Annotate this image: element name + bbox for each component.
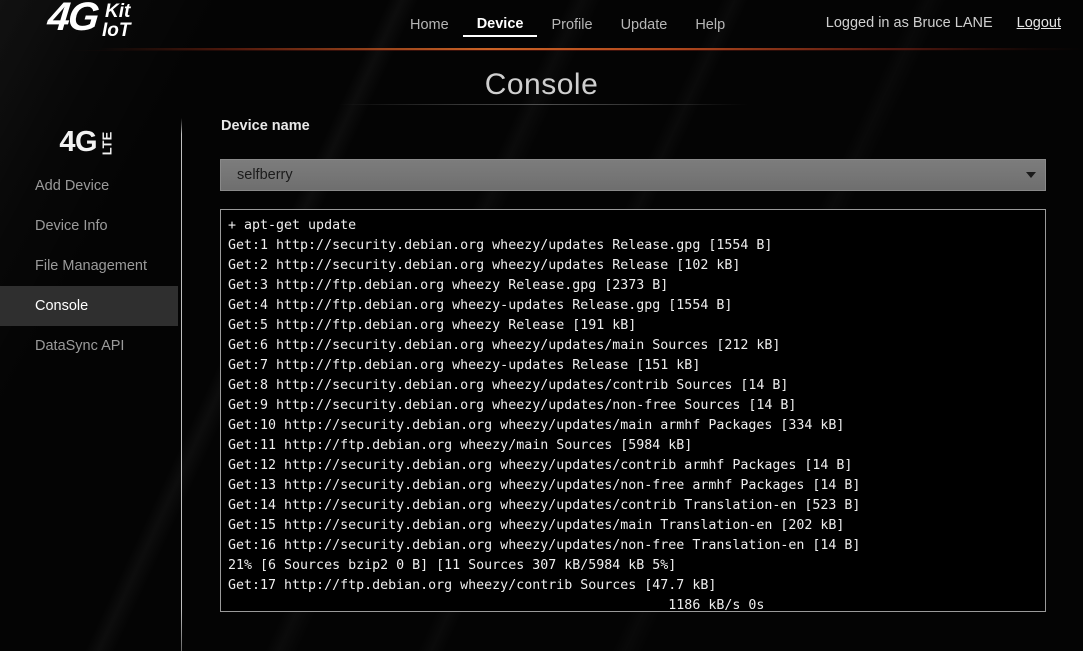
device-select-value: selfberry: [237, 167, 293, 183]
sidebar-item-device-info[interactable]: Device Info: [0, 206, 178, 246]
device-name-label: Device name: [221, 118, 310, 134]
sidebar-item-label: Device Info: [35, 218, 108, 234]
sidebar-item-label: Add Device: [35, 178, 110, 194]
brand-logo-kit: Kit: [105, 1, 131, 22]
sidebar-item-label: DataSync API: [35, 338, 125, 354]
page-title-divider: [338, 104, 748, 105]
sidebar-item-label: File Management: [35, 258, 148, 274]
brand-logo-iot: IoT: [102, 20, 131, 41]
device-select[interactable]: selfberry: [220, 159, 1046, 191]
sidebar-item-datasync-api[interactable]: DataSync API: [0, 326, 178, 366]
sidebar-item-console[interactable]: Console: [0, 286, 178, 326]
nav-item-home[interactable]: Home: [396, 15, 463, 36]
logout-link[interactable]: Logout: [1017, 15, 1061, 31]
nav-item-profile[interactable]: Profile: [537, 15, 606, 36]
nav-item-help[interactable]: Help: [681, 15, 739, 36]
sidebar-item-add-device[interactable]: Add Device: [0, 166, 178, 206]
brand-logo-4g: 4G: [45, 0, 100, 39]
header-accent-rule-secondary: [0, 50, 1083, 51]
logged-in-status: Logged in as Bruce LANE: [825, 15, 993, 31]
console-output-box[interactable]: + apt-get update Get:1 http://security.d…: [220, 209, 1046, 612]
sidebar-divider: [181, 118, 182, 651]
sidebar-logo-lte: LTE: [99, 131, 115, 156]
sidebar-item-file-management[interactable]: File Management: [0, 246, 178, 286]
console-output-text: + apt-get update Get:1 http://security.d…: [228, 218, 861, 612]
user-session-area: Logged in as Bruce LANE Logout: [826, 15, 1061, 31]
main-content: Device name selfberry + apt-get update G…: [220, 118, 1046, 612]
sidebar-navigation: Add Device Device Info File Management C…: [0, 166, 178, 366]
sidebar-logo: 4G LTE: [0, 126, 178, 159]
main-navigation: Home Device Profile Update Help: [396, 14, 739, 37]
chevron-down-icon: [1026, 172, 1036, 178]
nav-item-update[interactable]: Update: [607, 15, 682, 36]
sidebar: 4G LTE Add Device Device Info File Manage…: [0, 110, 181, 651]
sidebar-item-label: Console: [35, 298, 89, 314]
sidebar-logo-4g: 4G: [59, 126, 98, 158]
page-title: Console: [484, 68, 599, 101]
brand-logo[interactable]: 4G Kit IoT: [45, 0, 148, 46]
nav-item-device[interactable]: Device: [462, 14, 538, 37]
app-header: 4G Kit IoT Home Device Profile Update He…: [0, 0, 1083, 49]
